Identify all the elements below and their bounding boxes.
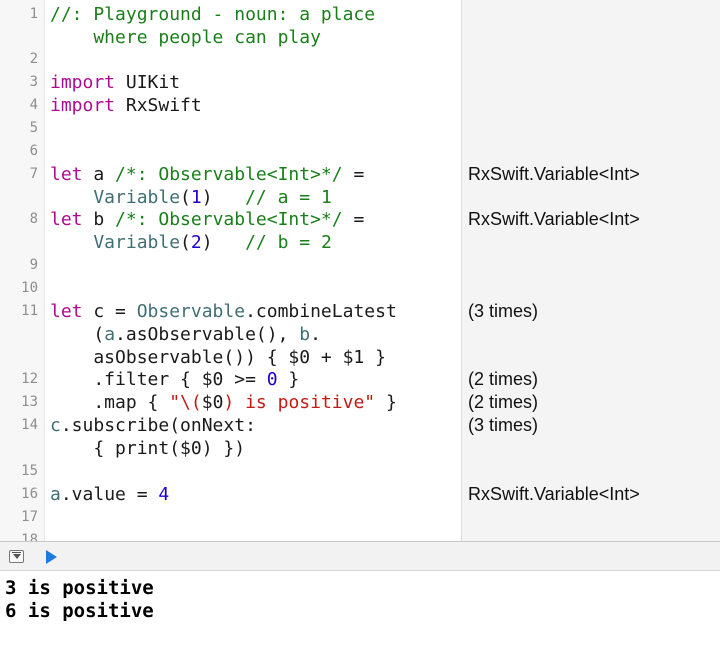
- playground-editor[interactable]: 1 2 3 4 5 6 7 8 9 10 11 12 13 14 15 16 1…: [0, 0, 720, 541]
- code-text: $0: [201, 392, 224, 413]
- code-text: =: [342, 209, 365, 230]
- code-line[interactable]: Variable(1) // a = 1: [50, 186, 332, 209]
- code-text: }: [375, 392, 397, 413]
- result-value[interactable]: RxSwift.Variable<Int>: [468, 208, 640, 231]
- line-number: 4: [29, 97, 38, 113]
- code-line[interactable]: asObservable()) { $0 + $1 }: [50, 346, 386, 369]
- line-number: 12: [21, 371, 38, 387]
- line-number: 18: [21, 532, 38, 541]
- code-line[interactable]: import RxSwift: [50, 94, 202, 117]
- type-name: Variable: [50, 187, 181, 208]
- code-text: ): [201, 232, 246, 253]
- result-value[interactable]: RxSwift.Variable<Int>: [468, 163, 640, 186]
- type-name: a: [104, 324, 116, 345]
- code-line[interactable]: //: Playground - noun: a place: [50, 3, 375, 26]
- type-name: Observable: [136, 301, 246, 322]
- result-value[interactable]: (2 times): [468, 391, 538, 414]
- code-line[interactable]: let c = Observable.combineLatest: [50, 300, 397, 323]
- line-number: 8: [29, 211, 38, 227]
- number-literal: 1: [190, 187, 202, 208]
- results-sidebar: [461, 0, 720, 541]
- number-literal: 0: [266, 369, 278, 390]
- line-number: 11: [21, 303, 38, 319]
- keyword: import: [50, 72, 116, 93]
- code-text: RxSwift: [115, 95, 202, 116]
- triangle-shape: [13, 554, 21, 559]
- code-line[interactable]: a.value = 4: [50, 483, 169, 506]
- code-text: .value =: [60, 484, 159, 505]
- number-literal: 2: [190, 232, 202, 253]
- line-number: 17: [21, 509, 38, 525]
- code-text: .combineLatest: [245, 301, 397, 322]
- result-value[interactable]: (3 times): [468, 300, 538, 323]
- keyword: import: [50, 95, 116, 116]
- number-literal: 4: [158, 484, 170, 505]
- comment: // a = 1: [245, 187, 332, 208]
- code-text: }: [277, 369, 300, 390]
- line-number: 10: [21, 280, 38, 296]
- debug-toolbar: [0, 541, 720, 571]
- code-text: =: [342, 164, 365, 185]
- code-line[interactable]: where people can play: [50, 26, 321, 49]
- keyword: let: [50, 209, 83, 230]
- line-number-gutter: 1 2 3 4 5 6 7 8 9 10 11 12 13 14 15 16 1…: [0, 0, 45, 541]
- result-value[interactable]: RxSwift.Variable<Int>: [468, 483, 640, 506]
- line-number: 13: [21, 394, 38, 410]
- string-literal: "\(: [169, 392, 202, 413]
- line-number: 9: [29, 257, 38, 273]
- code-line[interactable]: let a /*: Observable<Int>*/ =: [50, 163, 364, 186]
- code-text: b: [82, 209, 116, 230]
- line-number: 2: [29, 51, 38, 67]
- code-text: .asObservable(),: [115, 324, 300, 345]
- keyword: let: [50, 164, 83, 185]
- code-line[interactable]: .filter { $0 >= 0 }: [50, 368, 299, 391]
- console-line: 6 is positive: [5, 600, 154, 622]
- keyword: let: [50, 301, 83, 322]
- line-number: 5: [29, 120, 38, 136]
- code-text: a: [82, 164, 116, 185]
- code-text: .subscribe(onNext:: [60, 415, 256, 436]
- code-line[interactable]: import UIKit: [50, 71, 180, 94]
- code-text: .: [310, 324, 321, 345]
- line-number: 7: [29, 166, 38, 182]
- comment: // b = 2: [245, 232, 332, 253]
- play-icon[interactable]: [46, 550, 57, 564]
- code-line[interactable]: let b /*: Observable<Int>*/ =: [50, 208, 364, 231]
- code-line[interactable]: (a.asObservable(), b.: [50, 323, 321, 346]
- code-text: .filter { $0 >=: [50, 369, 267, 390]
- console-output: 3 is positive 6 is positive: [0, 571, 720, 657]
- line-number: 6: [29, 143, 38, 159]
- line-number: 15: [21, 463, 38, 479]
- code-line[interactable]: c.subscribe(onNext:: [50, 414, 256, 437]
- string-literal: ) is positive": [223, 392, 376, 413]
- line-number: 3: [29, 74, 38, 90]
- type-name: c: [50, 415, 61, 436]
- line-number: 16: [21, 486, 38, 502]
- comment: /*: Observable<Int>*/: [115, 164, 343, 185]
- debug-area-toggle-icon[interactable]: [9, 550, 24, 563]
- code-line[interactable]: .map { "\($0) is positive" }: [50, 391, 397, 414]
- comment: /*: Observable<Int>*/: [115, 209, 343, 230]
- line-number: 1: [29, 6, 38, 22]
- code-text: c =: [82, 301, 137, 322]
- code-text: .map {: [50, 392, 170, 413]
- code-line[interactable]: { print($0) }): [50, 437, 245, 460]
- code-text: (: [180, 232, 191, 253]
- line-number: 14: [21, 417, 38, 433]
- type-name: b: [299, 324, 311, 345]
- code-text: UIKit: [115, 72, 181, 93]
- type-name: a: [50, 484, 61, 505]
- result-value[interactable]: (2 times): [468, 368, 538, 391]
- code-line[interactable]: Variable(2) // b = 2: [50, 231, 332, 254]
- code-text: (: [50, 324, 105, 345]
- code-text: ): [201, 187, 246, 208]
- type-name: Variable: [50, 232, 181, 253]
- console-line: 3 is positive: [5, 577, 154, 599]
- bar-shape: [12, 552, 21, 553]
- result-value[interactable]: (3 times): [468, 414, 538, 437]
- code-text: (: [180, 187, 191, 208]
